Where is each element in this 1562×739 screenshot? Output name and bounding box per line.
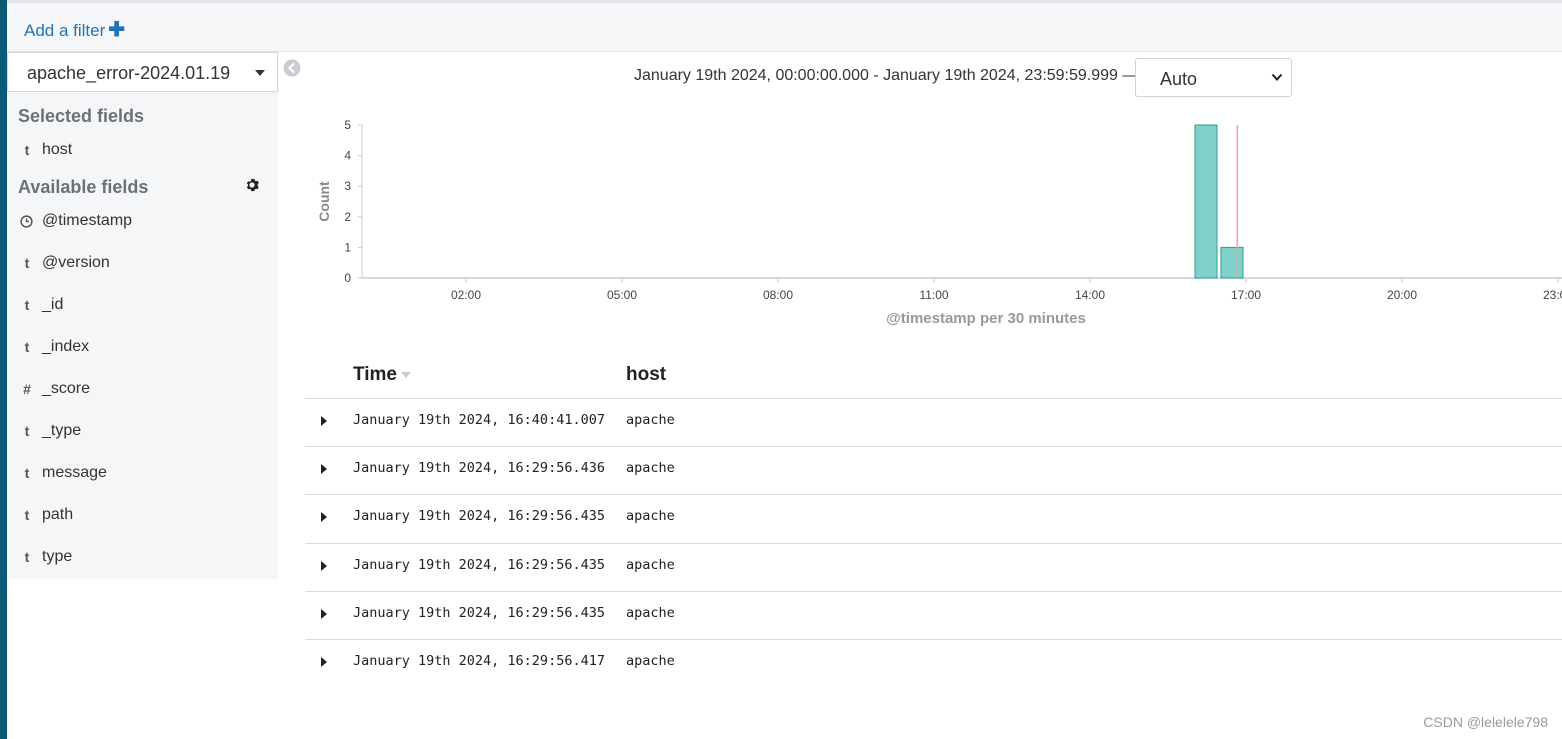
- y-tick-label: 2: [344, 210, 351, 224]
- left-nav-stripe: [0, 0, 7, 739]
- field-item[interactable]: # _score: [7, 372, 278, 408]
- field-name: @version: [42, 254, 110, 271]
- field-type-icon: t: [24, 423, 30, 439]
- field-name: _index: [42, 338, 90, 355]
- expand-row-icon[interactable]: [321, 512, 327, 523]
- interval-select[interactable]: Auto: [1135, 58, 1292, 97]
- expand-row-icon[interactable]: [321, 657, 327, 667]
- field-item[interactable]: t _id: [7, 288, 278, 324]
- add-filter-link[interactable]: Add a filter ✚: [24, 17, 125, 42]
- time-column-header[interactable]: Time: [353, 364, 412, 386]
- field-name: _id: [42, 296, 64, 313]
- row-time: January 19th 2024, 16:29:56.435: [353, 508, 605, 525]
- row-time: January 19th 2024, 16:29:56.436: [353, 460, 605, 477]
- field-item[interactable]: t _type: [7, 414, 278, 450]
- field-name: message: [42, 464, 107, 481]
- table-row[interactable]: January 19th 2024, 16:29:56.435 apache: [305, 590, 1562, 639]
- field-item[interactable]: t path: [7, 498, 278, 534]
- field-type-icon: #: [23, 381, 31, 397]
- expand-row-icon[interactable]: [321, 608, 327, 619]
- table-row[interactable]: January 19th 2024, 16:29:56.435 apache: [305, 542, 1562, 591]
- x-tick-label: 17:00: [1231, 288, 1261, 302]
- table-row[interactable]: January 19th 2024, 16:40:41.007 apache: [305, 398, 1562, 446]
- time-range-display[interactable]: January 19th 2024, 00:00:00.000 - Januar…: [634, 67, 1138, 85]
- y-axis-label: Count: [316, 181, 332, 222]
- gear-icon[interactable]: [245, 178, 259, 192]
- x-tick-label: 02:00: [451, 288, 481, 302]
- field-name: @timestamp: [42, 212, 133, 229]
- histogram-chart: 0 1 2 3 4 5 02:00 05:00 08:00 11:00 14:00 17:00 20:0…: [316, 118, 1562, 327]
- table-row[interactable]: January 19th 2024, 16:29:56.436 apache: [305, 446, 1562, 494]
- interval-label: Auto: [1160, 69, 1198, 89]
- field-name: type: [42, 548, 73, 565]
- index-pattern-select[interactable]: apache_error-2024.01.19: [7, 52, 278, 92]
- field-type-icon: t: [24, 507, 30, 523]
- field-item[interactable]: t @version: [7, 246, 278, 282]
- histogram-bar: [1220, 246, 1244, 279]
- available-fields-title: Available fields: [18, 177, 149, 197]
- field-type-icon: t: [24, 339, 30, 355]
- field-item[interactable]: t host: [7, 133, 278, 169]
- expand-row-icon[interactable]: [321, 416, 327, 426]
- filter-bar: Add a filter ✚: [7, 0, 1562, 52]
- row-host: apache: [626, 460, 675, 477]
- x-tick-label: 08:00: [763, 288, 793, 302]
- x-tick-label: 14:00: [1075, 288, 1105, 302]
- field-name: _type: [42, 422, 82, 439]
- host-column-header[interactable]: host: [626, 364, 666, 386]
- y-tick-label: 4: [344, 149, 351, 163]
- row-host: apache: [626, 508, 675, 525]
- table-row[interactable]: January 19th 2024, 16:29:56.417 apache: [305, 639, 1562, 687]
- field-type-icon: t: [24, 549, 30, 565]
- table-row[interactable]: January 19th 2024, 16:29:56.435 apache: [305, 494, 1562, 542]
- time-column-label: Time: [353, 364, 398, 385]
- selected-fields-title: Selected fields: [18, 106, 145, 126]
- row-host: apache: [626, 653, 675, 669]
- field-type-icon: t: [24, 465, 30, 481]
- y-tick-label: 0: [344, 271, 351, 285]
- field-name: host: [42, 141, 73, 158]
- histogram-bar: [1194, 124, 1218, 279]
- field-item[interactable]: @timestamp: [7, 204, 278, 240]
- y-tick-label: 5: [344, 118, 351, 132]
- index-pattern-label: apache_error-2024.01.19: [27, 63, 231, 83]
- row-host: apache: [626, 604, 675, 621]
- field-type-icon: t: [24, 142, 30, 158]
- sort-down-icon[interactable]: [401, 371, 412, 378]
- x-axis-label: @timestamp per 30 minutes: [886, 310, 1086, 327]
- field-name: path: [42, 506, 74, 523]
- field-type-icon: t: [24, 297, 30, 313]
- chevron-down-icon: [1271, 73, 1283, 81]
- field-name: _score: [42, 380, 91, 397]
- add-filter-label: Add a filter: [24, 21, 106, 40]
- row-host: apache: [626, 412, 675, 428]
- x-tick-label: 05:00: [607, 288, 637, 302]
- row-time: January 19th 2024, 16:29:56.417: [353, 653, 605, 669]
- expand-row-icon[interactable]: [321, 464, 327, 475]
- field-item[interactable]: t _index: [7, 330, 278, 366]
- collapse-sidebar-icon[interactable]: [283, 59, 301, 77]
- row-time: January 19th 2024, 16:29:56.435: [353, 604, 605, 621]
- row-host: apache: [626, 556, 675, 573]
- x-tick-label: 20:00: [1387, 288, 1417, 302]
- field-item[interactable]: t message: [7, 456, 278, 492]
- field-type-icon: t: [24, 255, 30, 271]
- x-tick-label: 11:00: [919, 288, 948, 302]
- row-time: January 19th 2024, 16:40:41.007: [353, 412, 605, 428]
- clock-icon: [20, 215, 33, 228]
- x-tick-label: 23:00: [1543, 288, 1562, 302]
- y-tick-label: 3: [344, 179, 351, 193]
- watermark: CSDN @lelelele798: [1423, 714, 1548, 730]
- plus-icon: ✚: [108, 19, 126, 41]
- caret-down-icon: [255, 70, 265, 76]
- field-item[interactable]: t type: [7, 540, 278, 576]
- field-sidebar: apache_error-2024.01.19 Selected fields …: [7, 52, 278, 579]
- expand-row-icon[interactable]: [321, 560, 327, 571]
- y-tick-label: 1: [344, 240, 351, 254]
- row-time: January 19th 2024, 16:29:56.435: [353, 556, 605, 573]
